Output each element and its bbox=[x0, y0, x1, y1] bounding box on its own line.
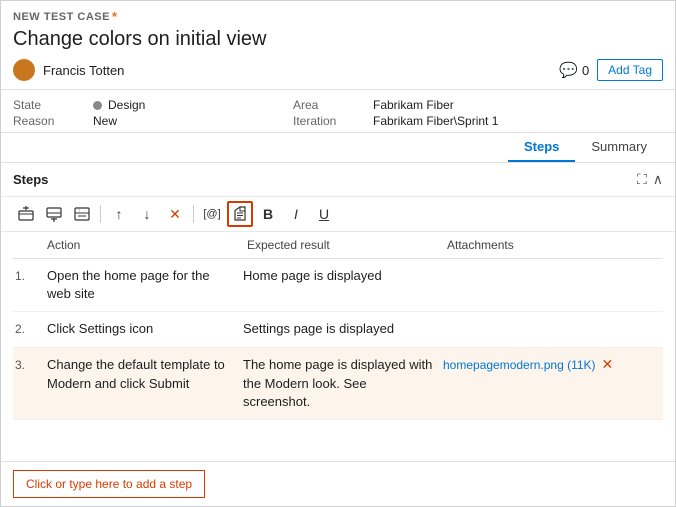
work-item-type-label: NEW TEST CASE * bbox=[13, 9, 663, 24]
unsaved-indicator: * bbox=[112, 9, 118, 24]
reason-iteration-row: Reason New Iteration Fabrikam Fiber\Spri… bbox=[13, 114, 663, 128]
header: NEW TEST CASE * Change colors on initial… bbox=[1, 1, 675, 90]
steps-col-headers: Action Expected result Attachments bbox=[13, 232, 663, 259]
attachment-delete-3[interactable]: ✕ bbox=[602, 356, 614, 373]
state-reason-row: State Design Area Fabrikam Fiber bbox=[13, 98, 663, 112]
steps-section: Steps ⛶ ∧ bbox=[1, 163, 675, 506]
steps-table: Action Expected result Attachments 1. Op… bbox=[1, 232, 675, 461]
action-col-header: Action bbox=[43, 236, 243, 254]
steps-section-header: Steps ⛶ ∧ bbox=[1, 163, 675, 197]
iteration-label: Iteration bbox=[293, 114, 373, 128]
add-step-button[interactable]: Click or type here to add a step bbox=[13, 470, 205, 498]
author-name: Francis Totten bbox=[43, 63, 124, 78]
expected-col-header: Expected result bbox=[243, 236, 443, 254]
toolbar-sep-2 bbox=[193, 205, 194, 223]
table-row: 3. Change the default template to Modern… bbox=[13, 348, 663, 420]
italic-button[interactable]: I bbox=[283, 201, 309, 227]
step-attachment-3: homepagemodern.png (11K) ✕ bbox=[443, 356, 663, 373]
tab-summary[interactable]: Summary bbox=[575, 133, 663, 162]
reason-label: Reason bbox=[13, 114, 93, 128]
comment-icon: 💬 bbox=[559, 61, 578, 79]
work-item-title[interactable]: Change colors on initial view bbox=[13, 28, 663, 51]
area-label: Area bbox=[293, 98, 373, 112]
area-field: Area Fabrikam Fiber bbox=[293, 98, 573, 112]
fields-area: State Design Area Fabrikam Fiber Reason … bbox=[1, 90, 675, 133]
table-row: 1. Open the home page for the web site H… bbox=[13, 259, 663, 312]
step-num-1: 1. bbox=[13, 267, 43, 283]
comment-area: 💬 0 bbox=[559, 61, 589, 79]
step-num-3: 3. bbox=[13, 356, 43, 372]
area-value[interactable]: Fabrikam Fiber bbox=[373, 98, 454, 112]
num-col-header bbox=[13, 236, 43, 254]
steps-toolbar: ↑ ↑ ↓ ✕ [@] B I U bbox=[1, 197, 675, 232]
avatar bbox=[13, 59, 35, 81]
move-down-button[interactable]: ↓ bbox=[134, 201, 160, 227]
step-action-2[interactable]: Click Settings icon bbox=[43, 320, 243, 338]
iteration-value[interactable]: Fabrikam Fiber\Sprint 1 bbox=[373, 114, 498, 128]
comment-count: 0 bbox=[582, 63, 589, 78]
toolbar-sep-1 bbox=[100, 205, 101, 223]
step-action-1[interactable]: Open the home page for the web site bbox=[43, 267, 243, 303]
attachment-link-3[interactable]: homepagemodern.png (11K) bbox=[443, 358, 596, 372]
step-num-2: 2. bbox=[13, 320, 43, 336]
svg-text:↑: ↑ bbox=[78, 208, 81, 214]
attachments-col-header: Attachments bbox=[443, 236, 663, 254]
tab-steps[interactable]: Steps bbox=[508, 133, 575, 162]
add-tag-button[interactable]: Add Tag bbox=[597, 59, 663, 81]
state-label: State bbox=[13, 98, 93, 112]
attachment-button[interactable] bbox=[227, 201, 253, 227]
step-expected-3[interactable]: The home page is displayed with the Mode… bbox=[243, 356, 443, 411]
steps-header-icons: ⛶ ∧ bbox=[637, 171, 663, 188]
author-row: Francis Totten 💬 0 Add Tag bbox=[13, 59, 663, 89]
delete-button[interactable]: ✕ bbox=[162, 201, 188, 227]
main-container: NEW TEST CASE * Change colors on initial… bbox=[0, 0, 676, 507]
reason-field: Reason New bbox=[13, 114, 293, 128]
state-dot bbox=[93, 101, 102, 110]
state-field: State Design bbox=[13, 98, 293, 112]
bold-button[interactable]: B bbox=[255, 201, 281, 227]
tabs-row: Steps Summary bbox=[1, 133, 675, 163]
collapse-icon[interactable]: ∧ bbox=[653, 171, 663, 188]
table-row: 2. Click Settings icon Settings page is … bbox=[13, 312, 663, 348]
insert-shared-step-icon[interactable]: ↑ bbox=[69, 201, 95, 227]
insert-param-button[interactable]: [@] bbox=[199, 201, 225, 227]
reason-value[interactable]: New bbox=[93, 114, 117, 128]
insert-step-below-icon[interactable] bbox=[41, 201, 67, 227]
insert-step-icon[interactable] bbox=[13, 201, 39, 227]
step-expected-1[interactable]: Home page is displayed bbox=[243, 267, 443, 285]
step-action-3[interactable]: Change the default template to Modern an… bbox=[43, 356, 243, 392]
add-step-area: Click or type here to add a step bbox=[1, 461, 675, 506]
steps-section-title: Steps bbox=[13, 172, 637, 187]
underline-button[interactable]: U bbox=[311, 201, 337, 227]
move-up-button[interactable]: ↑ bbox=[106, 201, 132, 227]
expand-icon[interactable]: ⛶ bbox=[637, 171, 647, 188]
state-value[interactable]: Design bbox=[93, 98, 145, 112]
step-expected-2[interactable]: Settings page is displayed bbox=[243, 320, 443, 338]
iteration-field: Iteration Fabrikam Fiber\Sprint 1 bbox=[293, 114, 573, 128]
